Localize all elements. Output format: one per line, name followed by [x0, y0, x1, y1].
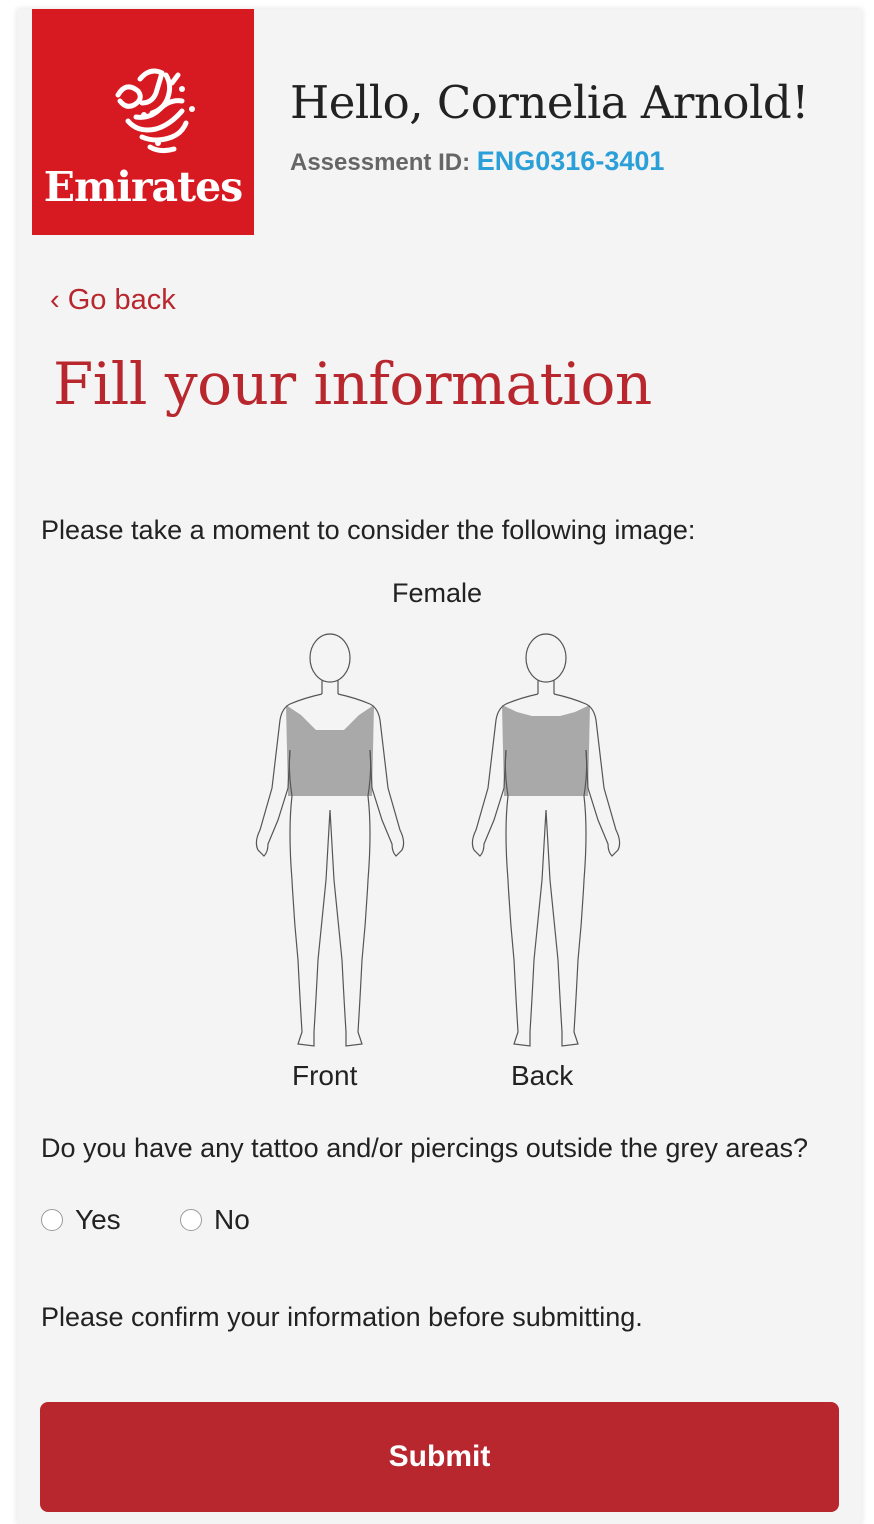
figure-title: Female [391, 578, 483, 608]
confirm-text: Please confirm your information before s… [41, 1302, 643, 1332]
emirates-logo: Emirates [32, 9, 254, 235]
page-title: Fill your information [53, 350, 652, 418]
radio-yes[interactable]: Yes [41, 1204, 121, 1236]
back-body-figure [471, 633, 621, 1047]
assessment-id-label: Assessment ID: [290, 149, 471, 176]
back-label: Back [511, 1060, 574, 1091]
front-label: Front [292, 1060, 358, 1091]
tattoo-question: Do you have any tattoo and/or piercings … [41, 1133, 808, 1163]
body-outline-illustration [255, 633, 621, 1047]
assessment-id-line: Assessment ID: ENG0316-3401 [290, 146, 664, 177]
go-back-link[interactable]: ‹ Go back [50, 284, 176, 317]
figure-prompt: Please take a moment to consider the fol… [41, 515, 696, 545]
radio-no[interactable]: No [180, 1204, 250, 1236]
radio-yes-label: Yes [75, 1204, 121, 1235]
body-diagram [234, 620, 644, 1060]
radio-no-circle[interactable] [180, 1209, 202, 1231]
logo-wordmark: Emirates [43, 163, 243, 211]
radio-yes-circle[interactable] [41, 1209, 63, 1231]
submit-button[interactable]: Submit [40, 1402, 839, 1512]
radio-no-label: No [214, 1204, 250, 1235]
front-body-figure [255, 633, 405, 1047]
greeting: Hello, Cornelia Arnold! [290, 76, 809, 129]
assessment-id-value: ENG0316-3401 [476, 146, 665, 176]
